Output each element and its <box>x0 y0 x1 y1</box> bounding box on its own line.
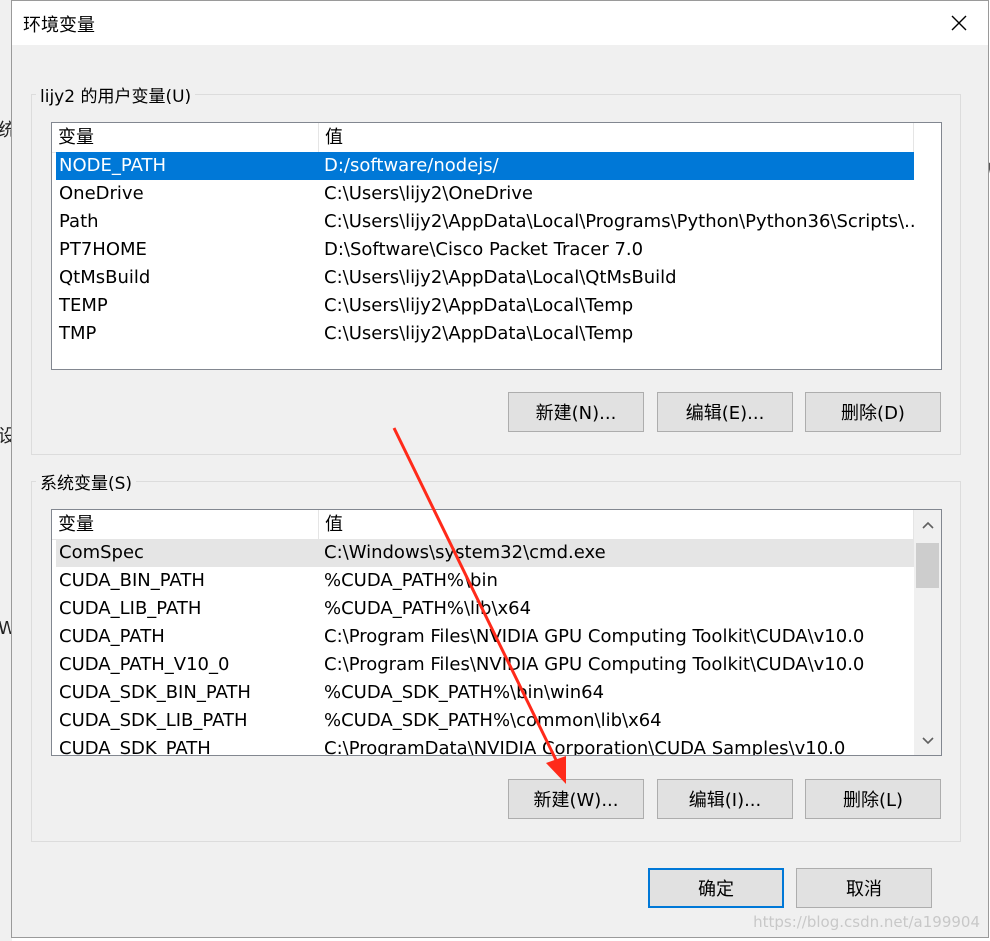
variable-value-cell: D:/software/nodejs/ <box>324 155 499 176</box>
ok-button[interactable]: 确定 <box>648 868 784 908</box>
variable-value-cell: D:\Software\Cisco Packet Tracer 7.0 <box>324 239 644 260</box>
table-row[interactable]: TMP C:\Users\lijy2\AppData\Local\Temp <box>56 320 914 348</box>
system-edit-button[interactable]: 编辑(I)... <box>657 779 793 819</box>
system-new-button[interactable]: 新建(W)... <box>508 779 644 819</box>
variable-value-cell: C:\Program Files\NVIDIA GPU Computing To… <box>324 626 865 647</box>
column-header-variable[interactable]: 变量 <box>52 510 319 539</box>
watermark: https://blog.csdn.net/a199904 <box>753 913 980 931</box>
scrollbar-thumb[interactable] <box>916 543 939 588</box>
variable-value-cell: C:\Users\lijy2\OneDrive <box>324 183 533 204</box>
table-row[interactable]: ComSpec C:\Windows\system32\cmd.exe <box>56 539 914 567</box>
table-row[interactable]: CUDA_BIN_PATH %CUDA_PATH%\bin <box>56 567 914 595</box>
variable-name-cell: NODE_PATH <box>59 155 167 176</box>
variable-name-cell: PT7HOME <box>59 239 147 260</box>
table-row[interactable]: CUDA_PATH_V10_0 C:\Program Files\NVIDIA G… <box>56 651 914 679</box>
table-row[interactable]: CUDA_LIB_PATH %CUDA_PATH%\lib\x64 <box>56 595 914 623</box>
column-header-value[interactable]: 值 <box>319 123 914 152</box>
system-variables-group: 系统变量(S) 变量 值 ComSpec C:\Windows\system32\… <box>31 469 961 842</box>
user-variables-group: lijy2 的用户变量(U) 变量 值 NODE_PATH D:/software… <box>31 82 961 455</box>
system-variables-list[interactable]: 变量 值 ComSpec C:\Windows\system32\cmd.exe C… <box>51 509 942 756</box>
variable-name-cell: CUDA_SDK_PATH <box>59 738 211 756</box>
table-row[interactable]: QtMsBuild C:\Users\lijy2\AppData\Local\Qt… <box>56 264 914 292</box>
variable-name-cell: ComSpec <box>59 542 144 563</box>
close-button[interactable] <box>930 1 988 45</box>
variable-value-cell: C:\Users\lijy2\AppData\Local\QtMsBuild <box>324 267 677 288</box>
table-row[interactable]: CUDA_SDK_PATH C:\ProgramData\NVIDIA Corpo… <box>56 735 914 756</box>
scroll-up-button[interactable] <box>914 511 941 538</box>
user-edit-button[interactable]: 编辑(E)... <box>657 392 793 432</box>
variable-value-cell: %CUDA_PATH%\lib\x64 <box>324 598 532 619</box>
system-variables-label: 系统变量(S) <box>36 469 137 494</box>
variable-name-cell: CUDA_BIN_PATH <box>59 570 205 591</box>
variable-name-cell: QtMsBuild <box>59 267 151 288</box>
user-variables-label: lijy2 的用户变量(U) <box>36 82 196 107</box>
variable-value-cell: C:\Windows\system32\cmd.exe <box>324 542 606 563</box>
table-row[interactable]: OneDrive C:\Users\lijy2\OneDrive <box>56 180 914 208</box>
table-row[interactable]: CUDA_SDK_BIN_PATH %CUDA_SDK_PATH%\bin\win… <box>56 679 914 707</box>
chevron-down-icon <box>921 736 934 744</box>
list-header: 变量 值 <box>52 510 914 540</box>
variable-value-cell: %CUDA_SDK_PATH%\bin\win64 <box>324 682 605 703</box>
variable-name-cell: TMP <box>59 323 97 344</box>
table-row[interactable]: CUDA_SDK_LIB_PATH %CUDA_SDK_PATH%\common\… <box>56 707 914 735</box>
variable-name-cell: CUDA_PATH <box>59 626 165 647</box>
table-row[interactable]: CUDA_PATH C:\Program Files\NVIDIA GPU Com… <box>56 623 914 651</box>
user-new-button[interactable]: 新建(N)... <box>508 392 644 432</box>
variable-value-cell: C:\Users\lijy2\AppData\Local\Temp <box>324 323 634 344</box>
vertical-scrollbar[interactable] <box>914 510 941 755</box>
user-delete-button[interactable]: 删除(D) <box>805 392 941 432</box>
variable-value-cell: %CUDA_SDK_PATH%\common\lib\x64 <box>324 710 662 731</box>
variable-name-cell: Path <box>59 211 99 232</box>
system-delete-button[interactable]: 删除(L) <box>805 779 941 819</box>
environment-variables-dialog: 环境变量 lijy2 的用户变量(U) 变量 值 NODE_PATH D:/sof… <box>11 0 989 938</box>
column-header-variable[interactable]: 变量 <box>52 123 319 152</box>
variable-name-cell: CUDA_SDK_BIN_PATH <box>59 682 251 703</box>
table-row[interactable]: NODE_PATH D:/software/nodejs/ <box>56 152 914 180</box>
title-bar: 环境变量 <box>12 1 988 45</box>
column-header-value[interactable]: 值 <box>319 510 914 539</box>
list-header: 变量 值 <box>52 123 914 153</box>
variable-value-cell: C:\ProgramData\NVIDIA Corporation\CUDA S… <box>324 738 846 756</box>
table-row[interactable]: TEMP C:\Users\lijy2\AppData\Local\Temp <box>56 292 914 320</box>
variable-value-cell: C:\Users\lijy2\AppData\Local\Programs\Py… <box>324 211 914 232</box>
close-icon <box>951 15 967 31</box>
chevron-up-icon <box>921 521 934 529</box>
user-variables-list[interactable]: 变量 值 NODE_PATH D:/software/nodejs/OneDriv… <box>51 122 942 370</box>
scroll-down-button[interactable] <box>914 727 941 754</box>
dialog-title: 环境变量 <box>23 15 95 36</box>
variable-name-cell: TEMP <box>59 295 108 316</box>
variable-name-cell: CUDA_PATH_V10_0 <box>59 654 230 675</box>
table-row[interactable]: Path C:\Users\lijy2\AppData\Local\Program… <box>56 208 914 236</box>
table-row[interactable]: PT7HOME D:\Software\Cisco Packet Tracer 7… <box>56 236 914 264</box>
variable-name-cell: CUDA_SDK_LIB_PATH <box>59 710 248 731</box>
variable-value-cell: %CUDA_PATH%\bin <box>324 570 498 591</box>
variable-name-cell: OneDrive <box>59 183 144 204</box>
cancel-button[interactable]: 取消 <box>796 868 932 908</box>
variable-value-cell: C:\Users\lijy2\AppData\Local\Temp <box>324 295 634 316</box>
variable-value-cell: C:\Program Files\NVIDIA GPU Computing To… <box>324 654 865 675</box>
variable-name-cell: CUDA_LIB_PATH <box>59 598 202 619</box>
